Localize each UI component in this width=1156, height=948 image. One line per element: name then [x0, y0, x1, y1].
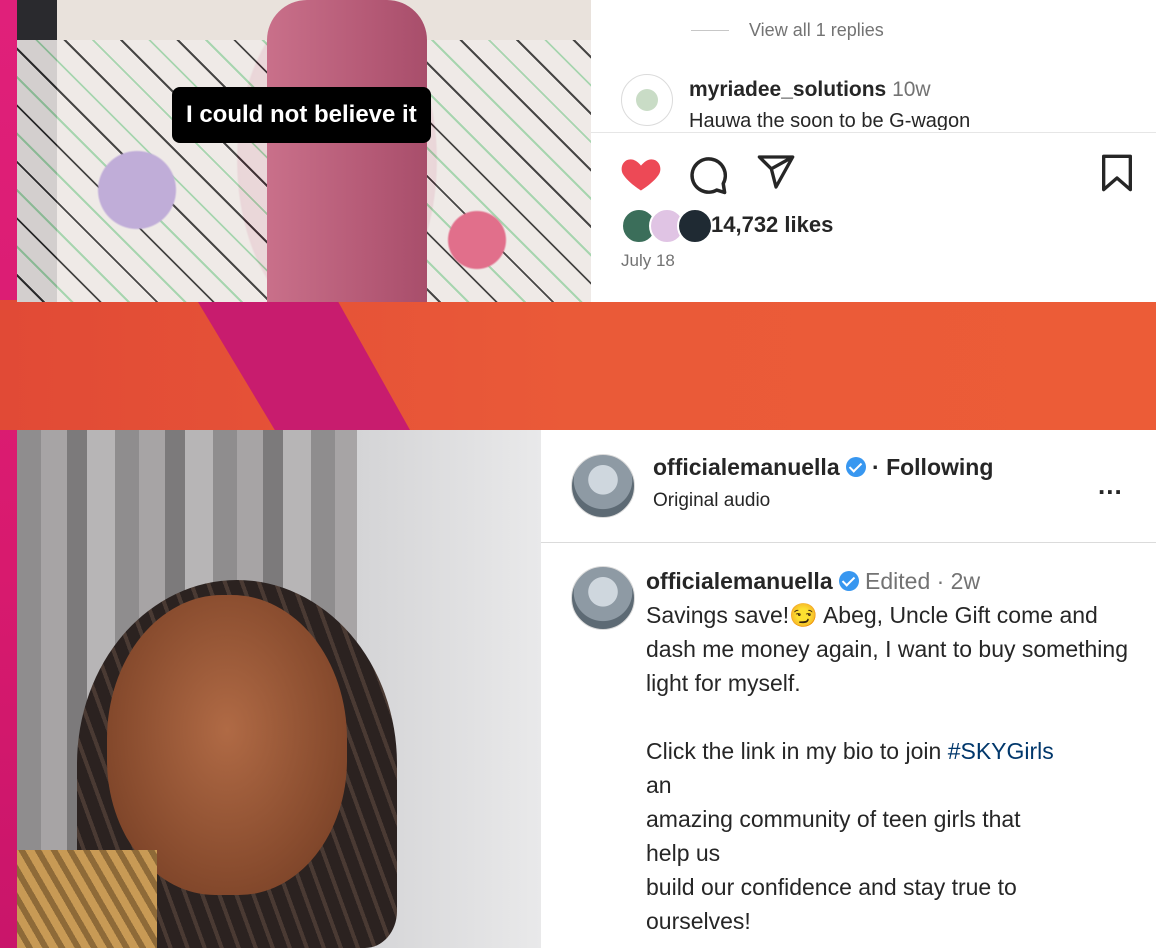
caption-line-text: Click the link in my bio to join: [646, 738, 948, 764]
caption-line: ourselves!: [646, 908, 751, 934]
caption-line: build our confidence and stay true to: [646, 874, 1017, 900]
video-scene-scarf: [267, 0, 427, 302]
avatar[interactable]: [571, 454, 635, 518]
likers-avatars[interactable]: [621, 208, 713, 244]
background-orange-band: [0, 300, 1156, 430]
verified-icon: [845, 457, 866, 477]
divider: [591, 132, 1156, 133]
commenter-username[interactable]: myriadee_solutions: [689, 78, 886, 101]
caption-avatar[interactable]: [571, 566, 635, 630]
comment-icon[interactable]: [687, 154, 729, 196]
comment-header: myriadee_solutions 10w: [689, 78, 931, 102]
top-reel-video[interactable]: I could not believe it: [17, 0, 591, 302]
caption-spacer: [646, 700, 1141, 734]
comment-time: 10w: [892, 78, 931, 101]
view-replies-label: View all 1 replies: [749, 20, 884, 40]
post-date: July 18: [621, 251, 675, 270]
caption-line: Click the link in my bio to join #SKYGir…: [646, 734, 1141, 768]
caption-header: officialemanuella Edited · 2w: [646, 568, 980, 595]
audio-label[interactable]: Original audio: [653, 490, 770, 512]
caption-username[interactable]: officialemanuella: [646, 568, 833, 594]
video-caption: I could not believe it: [172, 87, 431, 143]
view-replies-button[interactable]: View all 1 replies: [691, 20, 884, 41]
top-post-panel: View all 1 replies myriadee_solutions 10…: [591, 0, 1156, 302]
caption-meta: Edited · 2w: [865, 568, 981, 594]
bottom-post-panel: officialemanuella · Following Original a…: [541, 430, 1156, 948]
hashtag-link[interactable]: #SKYGirls: [948, 738, 1054, 764]
comment-text: Hauwa the soon to be G-wagon: [689, 110, 971, 130]
caption-line: Savings save!😏 Abeg, Uncle Gift come and…: [646, 602, 1129, 696]
caption-line: an: [646, 772, 672, 798]
caption-line: amazing community of teen girls that: [646, 806, 1021, 832]
divider: [541, 542, 1156, 543]
commenter-avatar[interactable]: [621, 74, 673, 126]
following-status[interactable]: · Following: [872, 454, 993, 480]
video-scene-braids: [17, 850, 157, 948]
caption-line: help us: [646, 840, 721, 866]
likes-count[interactable]: 14,732 likes: [711, 212, 833, 238]
author-username[interactable]: officialemanuella: [653, 454, 840, 480]
heart-icon[interactable]: [619, 152, 663, 196]
post-header: officialemanuella · Following: [653, 454, 993, 481]
bookmark-icon[interactable]: [1099, 153, 1135, 193]
verified-icon: [838, 571, 859, 591]
bottom-reel-video[interactable]: [17, 430, 541, 948]
share-icon[interactable]: [756, 152, 796, 192]
more-options-icon[interactable]: ...: [1098, 470, 1123, 501]
liker-avatar: [677, 208, 713, 244]
replies-divider: [691, 30, 729, 31]
caption-text: Savings save!😏 Abeg, Uncle Gift come and…: [646, 598, 1141, 938]
